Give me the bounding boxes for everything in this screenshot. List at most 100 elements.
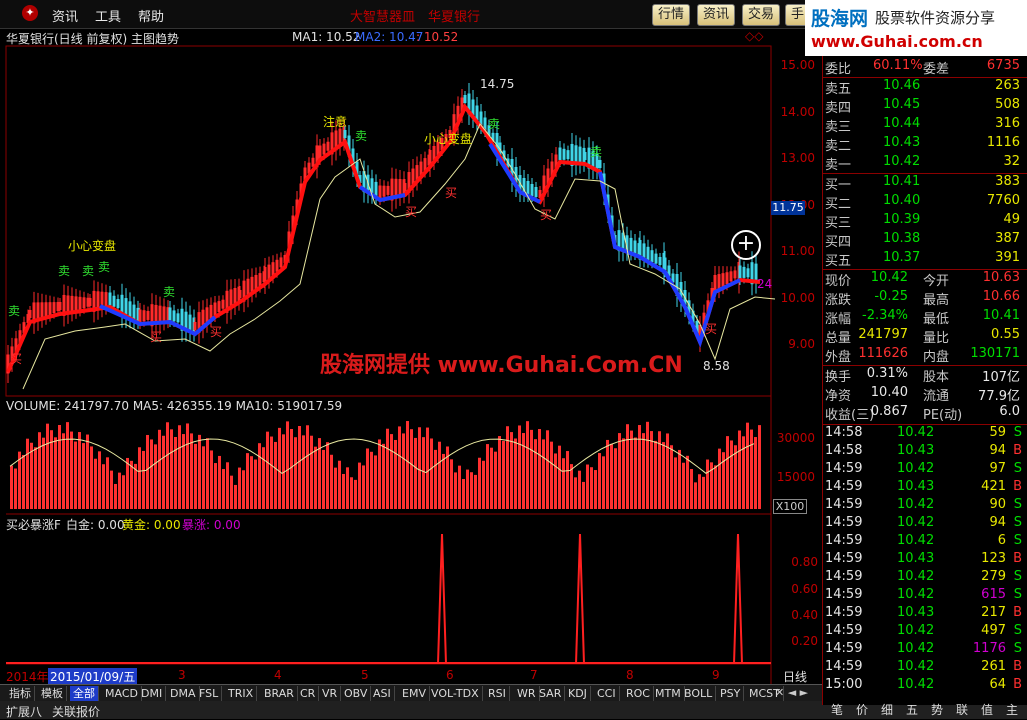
volume-bar: [666, 433, 669, 509]
quote-tab[interactable]: 细: [876, 702, 898, 718]
volume-bar: [402, 433, 405, 509]
indicator-tab[interactable]: FSL: [196, 686, 223, 701]
volume-bar: [206, 438, 209, 509]
indicator-tab[interactable]: DMI: [138, 686, 167, 701]
volume-bar: [34, 447, 37, 509]
volume-bar: [74, 441, 77, 509]
indicator-tab[interactable]: OBV: [341, 686, 372, 701]
quote-tab[interactable]: 笔: [826, 702, 848, 718]
indicator-tab[interactable]: SAR: [536, 686, 566, 701]
volume-bar: [106, 457, 109, 509]
app-menu-icon[interactable]: ✦: [22, 5, 38, 21]
nav-trade-button[interactable]: 交易: [742, 4, 781, 26]
ask-label: 卖二: [825, 139, 852, 154]
indicator-tab[interactable]: VR: [319, 686, 342, 701]
indicator-tab[interactable]: 模板: [38, 686, 67, 701]
candle-body: [162, 306, 166, 323]
indicator-tab[interactable]: EMV: [399, 686, 430, 701]
quote-tab[interactable]: 价: [851, 702, 873, 718]
nav-quotes-button[interactable]: 行情: [652, 4, 691, 26]
stat-value: 10.42: [870, 270, 908, 285]
ask-label: 卖四: [825, 101, 852, 116]
ask-vol: 316: [995, 116, 1020, 131]
bid-price: 10.37: [883, 250, 921, 265]
indicator-tab[interactable]: CCI: [594, 686, 620, 701]
indicator-tab[interactable]: 指标: [6, 686, 35, 701]
quote-row: 14:59 10.42 6 S: [823, 533, 1026, 551]
indicator-tab[interactable]: CR: [297, 686, 320, 701]
quote-tab[interactable]: 联: [951, 702, 973, 718]
stat-label: 外盘: [825, 350, 852, 365]
stat-value: 10.66: [982, 289, 1020, 304]
quote-tab[interactable]: 五: [901, 702, 923, 718]
trade-side: S: [1013, 623, 1022, 638]
period-label[interactable]: 日线: [783, 668, 807, 685]
date-month: 5: [361, 668, 369, 682]
quote-panel: 委比 60.11% 委差 6735 卖五 10.46 263 卖四 10.45 508 卖三 10.4…: [822, 56, 1027, 705]
candle-body: [28, 310, 32, 318]
volume-bar: [502, 440, 505, 509]
quote-tab[interactable]: 势: [926, 702, 948, 718]
volume-bar: [662, 442, 665, 509]
quote-tab[interactable]: 主: [1001, 702, 1023, 718]
candle-body: [403, 183, 407, 191]
indicator-tab[interactable]: RSI: [485, 686, 510, 701]
volume-bar: [158, 429, 161, 509]
candle-body: [138, 309, 142, 323]
indicator-tab[interactable]: PSY: [717, 686, 745, 701]
volume-bar: [506, 426, 509, 509]
sell-signal: 卖: [82, 264, 95, 278]
indicator-tab[interactable]: ROC: [623, 686, 654, 701]
tab-scroll-icons[interactable]: ✕ ◄ ►: [775, 686, 808, 699]
quote-row: 14:59 10.42 279 S: [823, 569, 1026, 587]
indicator-tab[interactable]: BRAR: [261, 686, 298, 701]
volume-bar: [750, 429, 753, 509]
volume-bar: [618, 433, 621, 509]
indicator-tab[interactable]: BOLL: [681, 686, 717, 701]
bid-label: 买四: [825, 235, 852, 250]
trade-time: 14:58: [825, 425, 863, 440]
candle-body: [322, 143, 326, 155]
stat-label: 涨幅: [825, 312, 852, 327]
indicator-tab[interactable]: 全部: [70, 686, 99, 701]
status-right[interactable]: 关联报价: [52, 703, 100, 720]
trade-volume: 94: [989, 515, 1006, 530]
indicator-white: 白金: 0.00: [66, 518, 125, 532]
candle-body: [530, 184, 534, 196]
nav-news-button[interactable]: 资讯: [697, 4, 736, 26]
indicator-tab[interactable]: MACD: [102, 686, 142, 701]
indicator-tab[interactable]: KDJ: [565, 686, 591, 701]
quote-row: 买二 10.40 7760: [823, 193, 1026, 212]
volume-bar: [726, 436, 729, 509]
volume-bar: [270, 436, 273, 509]
ma3-label: : 10.52: [416, 30, 459, 44]
volume-bar: [546, 430, 549, 509]
indicator-tab[interactable]: DMA: [167, 686, 200, 701]
volume-bar: [462, 479, 465, 509]
indicator-tab[interactable]: VOL-TDX: [428, 686, 483, 701]
menu-tools[interactable]: 工具: [95, 6, 121, 25]
volume-bar: [378, 439, 381, 509]
volume-bar: [58, 425, 61, 509]
indicator-tab[interactable]: ASI: [370, 686, 395, 701]
stat-value: -0.25: [874, 289, 908, 304]
vol-tick-low: 15000: [776, 470, 815, 484]
status-left[interactable]: 扩展八: [6, 703, 42, 720]
indicator-tab[interactable]: TRIX: [225, 686, 258, 701]
trade-volume: 6: [997, 533, 1006, 548]
volume-bar: [634, 437, 637, 509]
menu-news[interactable]: 资讯: [52, 6, 78, 25]
indicator-tab[interactable]: MTM: [652, 686, 685, 701]
volume-bar: [578, 470, 581, 509]
trade-time: 14:59: [825, 515, 863, 530]
volume-bar: [162, 435, 165, 509]
volume-bar: [142, 450, 145, 509]
crosshair-icon[interactable]: +: [731, 230, 761, 260]
stat-label: 最低: [923, 312, 950, 327]
candle-body: [598, 160, 602, 168]
ind-tick-3: 0.20: [791, 634, 818, 648]
quote-row: 卖四 10.45 508: [823, 97, 1026, 116]
chart-options-icon[interactable]: ◇◇: [745, 29, 763, 43]
quote-tab[interactable]: 值: [976, 702, 998, 718]
menu-help[interactable]: 帮助: [138, 6, 164, 25]
